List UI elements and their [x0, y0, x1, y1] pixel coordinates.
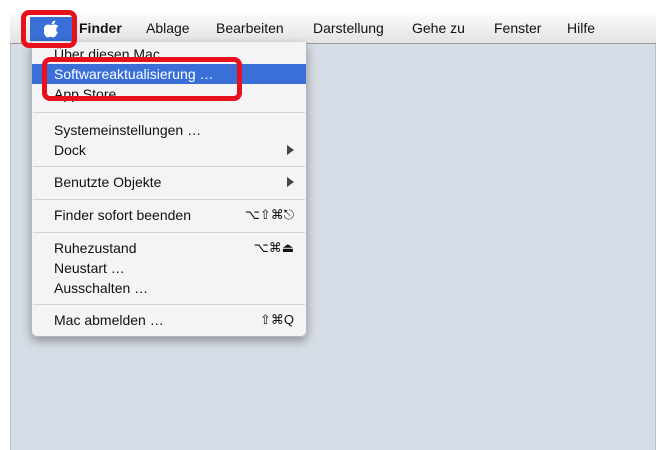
menu-item-logout-label: Mac abmelden … [54, 312, 164, 328]
menu-item-restart-label: Neustart … [54, 260, 125, 276]
menu-hilfe[interactable]: Hilfe [567, 20, 595, 36]
menu-item-dock[interactable]: Dock [32, 140, 306, 160]
menu-separator [33, 166, 305, 167]
menu-separator [33, 199, 305, 200]
menu-item-recent-items[interactable]: Benutzte Objekte [32, 172, 306, 192]
menu-gehe-zu[interactable]: Gehe zu [412, 20, 465, 36]
menu-item-dock-label: Dock [54, 142, 86, 158]
menu-item-force-quit-label: Finder sofort beenden [54, 207, 191, 223]
menu-item-sleep[interactable]: Ruhezustand ⌥⌘⏏ [32, 238, 306, 258]
apple-menu-highlight-box [21, 10, 77, 48]
menu-separator [33, 304, 305, 305]
software-update-highlight-box [42, 57, 242, 101]
menu-item-restart[interactable]: Neustart … [32, 258, 306, 278]
sleep-shortcut: ⌥⌘⏏ [253, 240, 294, 255]
menu-item-shutdown-label: Ausschalten … [54, 280, 149, 296]
menu-finder[interactable]: Finder [79, 20, 122, 36]
submenu-arrow-icon [287, 177, 294, 187]
menu-separator [33, 112, 305, 113]
submenu-arrow-icon [287, 145, 294, 155]
logout-shortcut: ⇧⌘Q [259, 312, 294, 327]
menu-fenster[interactable]: Fenster [494, 20, 541, 36]
menu-item-logout[interactable]: Mac abmelden … ⇧⌘Q [32, 310, 306, 330]
menu-item-force-quit[interactable]: Finder sofort beenden ⌥⇧⌘⎋ [32, 205, 306, 225]
menu-ablage[interactable]: Ablage [146, 20, 190, 36]
menu-item-system-preferences-label: Systemeinstellungen … [54, 122, 202, 138]
menu-item-recent-items-label: Benutzte Objekte [54, 174, 162, 190]
menu-item-sleep-label: Ruhezustand [54, 240, 137, 256]
menu-darstellung[interactable]: Darstellung [313, 20, 384, 36]
menu-bearbeiten[interactable]: Bearbeiten [216, 20, 284, 36]
force-quit-shortcut: ⌥⇧⌘⎋ [244, 207, 294, 222]
menu-item-system-preferences[interactable]: Systemeinstellungen … [32, 120, 306, 140]
menu-separator [33, 232, 305, 233]
menu-item-shutdown[interactable]: Ausschalten … [32, 278, 306, 298]
